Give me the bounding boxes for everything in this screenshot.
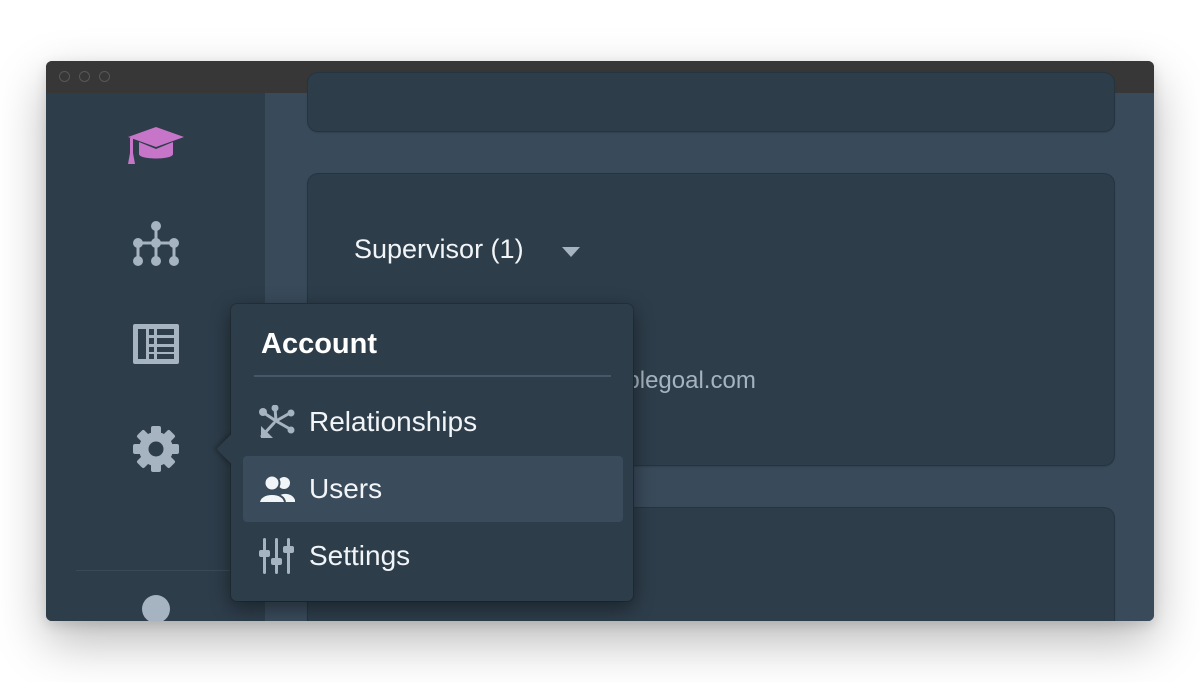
sidebar-item-learning[interactable] xyxy=(46,127,265,165)
supervisor-label: Supervisor (1) xyxy=(354,234,524,264)
users-icon xyxy=(257,469,297,509)
table-list-icon xyxy=(132,324,179,364)
caret-down-icon xyxy=(561,246,580,257)
sidebar-item-org-chart[interactable] xyxy=(46,221,265,267)
org-chart-icon xyxy=(132,221,179,266)
supervisor-dropdown-toggle[interactable]: Supervisor (1) xyxy=(354,234,580,265)
account-popover-menu: Account Relationships Users Settings xyxy=(216,304,633,601)
menu-item-label: Relationships xyxy=(309,406,478,437)
menu-item-users[interactable]: Users xyxy=(243,456,623,522)
menu-item-relationships[interactable]: Relationships xyxy=(243,389,623,455)
popover-title: Account xyxy=(261,328,377,360)
card-previous xyxy=(308,73,1114,131)
graduation-cap-icon xyxy=(127,127,184,164)
sliders-icon xyxy=(257,536,297,576)
popover-divider xyxy=(254,375,611,377)
menu-item-settings[interactable]: Settings xyxy=(243,523,623,589)
window-minimize-button[interactable] xyxy=(79,71,90,82)
gear-icon xyxy=(132,426,179,472)
app-window: Supervisor (1) lick ck@peoplegoal.com Ac… xyxy=(46,61,1154,621)
relationships-icon xyxy=(257,402,297,442)
user-avatar-icon xyxy=(141,595,170,621)
menu-item-label: Users xyxy=(309,473,383,504)
window-close-button[interactable] xyxy=(59,71,70,82)
window-maximize-button[interactable] xyxy=(99,71,110,82)
menu-item-label: Settings xyxy=(309,540,411,571)
